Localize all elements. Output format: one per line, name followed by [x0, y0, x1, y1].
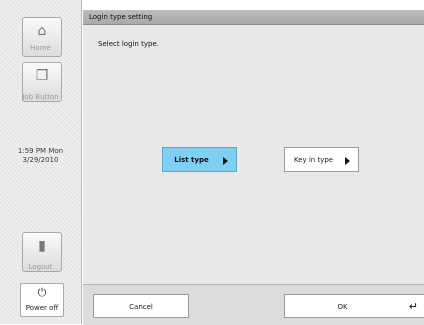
key-in-type-label: Key in type: [293, 156, 334, 164]
list-type-button[interactable]: List type: [162, 147, 237, 172]
power-off-label: Power off: [25, 304, 59, 312]
clock-date: 3/29/2010: [22, 156, 59, 164]
footer-bar: Cancel OK ↵: [83, 284, 424, 325]
arrow-right-icon: [223, 157, 228, 165]
power-icon: ⏻: [37, 286, 47, 299]
cancel-button[interactable]: Cancel: [93, 294, 189, 318]
content-area: Select login type. List type Key in type: [83, 25, 424, 284]
home-label: Home: [30, 44, 51, 52]
ok-label: OK: [337, 303, 348, 311]
job-button-label: Job Button: [22, 93, 59, 101]
arrow-right-icon: [345, 157, 350, 165]
cancel-label: Cancel: [129, 303, 153, 311]
clock: 1:59 PM Mon 3/29/2010: [0, 147, 81, 165]
list-type-label: List type: [174, 156, 209, 164]
enter-icon: ↵: [408, 300, 418, 313]
home-icon: ⌂: [37, 23, 47, 39]
logout-icon: ▮: [38, 238, 46, 254]
key-in-type-button[interactable]: Key in type: [284, 147, 359, 172]
power-off-button[interactable]: ⏻ Power off: [20, 283, 64, 317]
instruction-text: Select login type.: [98, 40, 159, 48]
ok-button[interactable]: OK ↵: [284, 294, 424, 318]
page-title: Login type setting: [89, 13, 153, 21]
title-bar: Login type setting: [83, 10, 424, 25]
job-button-icon: ❒: [35, 68, 49, 84]
sidebar: ⌂ Home ❒ Job Button 1:59 PM Mon 3/29/201…: [0, 0, 82, 324]
logout-label: Logout: [28, 263, 53, 271]
clock-time: 1:59 PM Mon: [17, 147, 64, 155]
